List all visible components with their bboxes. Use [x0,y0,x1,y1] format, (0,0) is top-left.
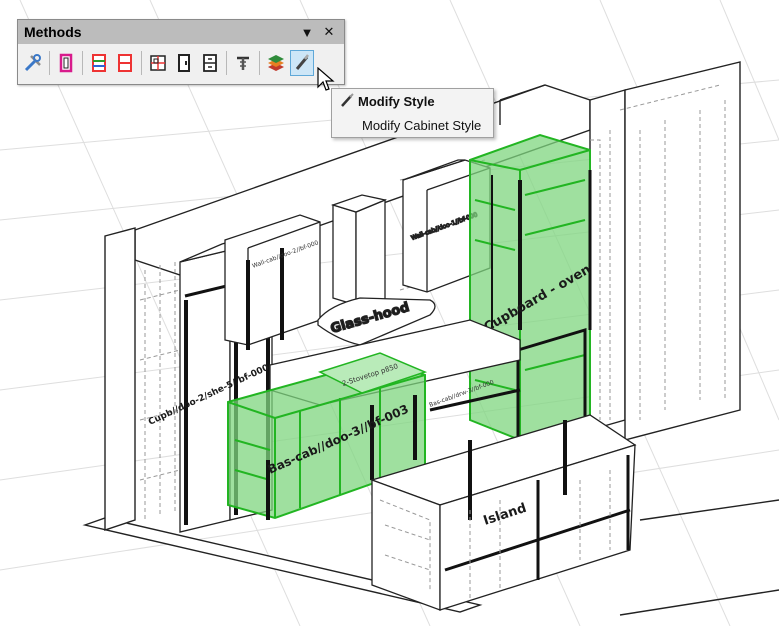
menu-item-label: Modify Cabinet Style [362,117,482,133]
shelves-color-icon[interactable] [87,50,111,76]
brush-icon[interactable] [290,50,314,76]
toolbar-buttons [18,44,344,82]
modify-style-menu: Modify Style Modify Cabinet Style [331,88,494,138]
drawer-icon[interactable] [198,50,222,76]
mouse-cursor-icon [317,67,335,91]
toolbar-titlebar[interactable]: Methods ▼ ✕ [18,20,344,44]
toolbar-dropdown-icon[interactable]: ▼ [298,23,316,41]
methods-toolbar: Methods ▼ ✕ [17,19,345,85]
toolbar-separator [82,51,83,75]
layers-icon[interactable] [264,50,288,76]
menu-item-label: Modify Style [358,93,435,109]
toolbar-separator [259,51,260,75]
tools-icon[interactable] [21,50,45,76]
wall-cabinet-left [224,214,321,350]
frame-icon[interactable] [54,50,78,76]
toolbar-separator [141,51,142,75]
hinge-icon[interactable] [231,50,255,76]
door-icon[interactable] [172,50,196,76]
toolbar-close-icon[interactable]: ✕ [320,23,338,41]
toolbar-title: Methods [24,24,82,40]
shelves-red-icon[interactable] [113,50,137,76]
grid-icon[interactable] [146,50,170,76]
toolbar-separator [49,51,50,75]
brush-icon [336,93,358,109]
menu-item-modify-cabinet-style[interactable]: Modify Cabinet Style [332,113,493,137]
toolbar-separator [226,51,227,75]
menu-item-modify-style[interactable]: Modify Style [332,89,493,113]
